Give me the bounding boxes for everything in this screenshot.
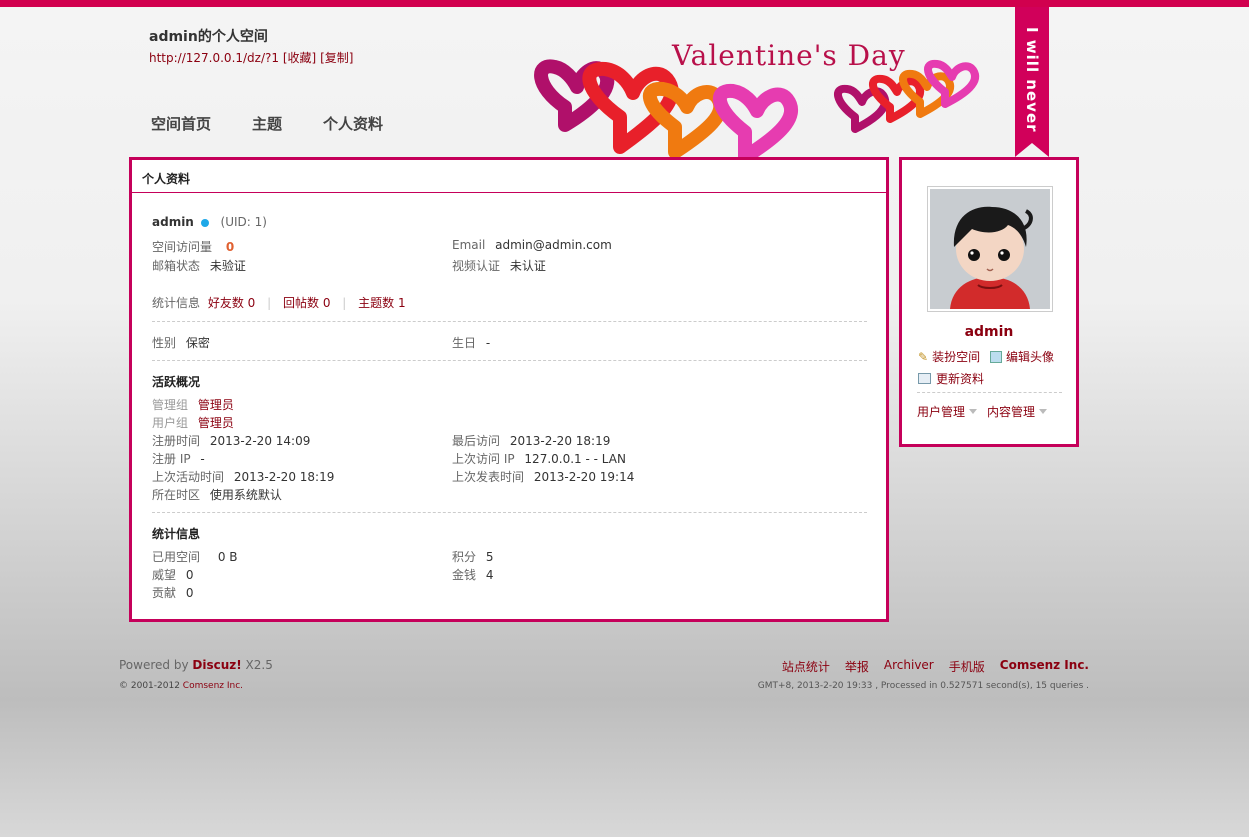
activity-title: 活跃概况 — [152, 375, 201, 389]
ribbon-text: I will never — [1023, 27, 1041, 133]
footer-link-comsenz[interactable]: Comsenz Inc. — [1000, 658, 1089, 675]
edit-avatar-link[interactable]: 编辑头像 — [990, 348, 1054, 365]
divider — [152, 512, 867, 513]
last-visit-row: 最后访问 2013-2-20 18:19 — [452, 434, 611, 448]
picture-icon — [990, 350, 1002, 363]
timezone-row: 所在时区 使用系统默认 — [152, 488, 282, 502]
avatar[interactable] — [927, 186, 1053, 312]
admin-group-link[interactable]: 管理员 — [198, 398, 234, 412]
friends-link[interactable]: 好友数 0 — [208, 296, 255, 310]
wand-icon: ✎ — [918, 349, 929, 364]
used-space-row: 已用空间 0 B — [152, 550, 238, 564]
user-group-link[interactable]: 管理员 — [198, 416, 234, 430]
username-line: admin (UID: 1) — [152, 215, 267, 229]
email-status-row: 邮箱状态 未验证 — [152, 259, 246, 273]
powered-by: Powered by Discuz! X2.5 — [119, 658, 273, 672]
stats-row: 统计信息 好友数 0 | 回帖数 0 | 主题数 1 — [152, 296, 406, 310]
reg-time-row: 注册时间 2013-2-20 14:09 — [152, 434, 311, 448]
divider — [152, 321, 867, 322]
profile-uid: (UID: 1) — [220, 215, 267, 229]
video-value: 未认证 — [509, 259, 546, 273]
user-manage-menu[interactable]: 用户管理 — [917, 403, 978, 420]
chevron-down-icon — [1039, 409, 1048, 414]
nav-profile[interactable]: 个人资料 — [323, 113, 383, 134]
discuz-link[interactable]: Discuz! — [192, 658, 241, 672]
birthday-row: 生日 - — [452, 336, 491, 350]
online-status-icon — [200, 218, 209, 227]
video-row: 视频认证 未认证 — [452, 259, 546, 273]
sidebar-divider — [917, 392, 1062, 393]
favorite-link[interactable]: [收藏] — [283, 51, 316, 65]
gender-row: 性别 保密 — [152, 336, 210, 350]
space-nav: 空间首页 主题 个人资料 — [151, 113, 424, 134]
points-row: 积分 5 — [452, 550, 494, 564]
replies-link[interactable]: 回帖数 0 — [283, 296, 330, 310]
space-url[interactable]: http://127.0.0.1/dz/?1 — [149, 51, 279, 65]
prestige-row: 威望 0 — [152, 568, 194, 582]
threads-link[interactable]: 主题数 1 — [358, 296, 405, 310]
last-ip-row: 上次访问 IP 127.0.0.1 - - LAN — [452, 452, 626, 466]
contribution-row: 贡献 0 — [152, 586, 194, 600]
sidebar-username[interactable]: admin — [902, 324, 1076, 340]
money-row: 金钱 4 — [452, 568, 494, 582]
gender-value: 保密 — [185, 336, 210, 350]
comsenz-copyright-link[interactable]: Comsenz Inc. — [183, 681, 243, 691]
hearts-banner-image — [534, 59, 979, 157]
profile-username: admin — [152, 215, 194, 229]
user-group-row: 用户组 管理员 — [152, 416, 234, 430]
footer-link-mobile[interactable]: 手机版 — [949, 658, 985, 675]
user-sidebar: admin ✎ 装扮空间 编辑头像 更新资料 用户管理 内容管理 — [899, 157, 1079, 447]
visits-value: 0 — [225, 240, 235, 254]
email-row: Email admin@admin.com — [452, 238, 612, 252]
profile-card-icon — [918, 373, 931, 384]
copy-link[interactable]: [复制] — [320, 51, 353, 65]
birthday-value: - — [485, 336, 491, 350]
header: admin的个人空间 http://127.0.0.1/dz/?1 [收藏] [… — [120, 7, 1090, 157]
footer-link-stats[interactable]: 站点统计 — [782, 658, 830, 675]
email-status-value: 未验证 — [209, 259, 246, 273]
visits-row: 空间访问量 0 — [152, 240, 235, 254]
email-value: admin@admin.com — [495, 238, 612, 252]
footer-link-report[interactable]: 举报 — [845, 658, 869, 675]
profile-panel: 个人资料 admin (UID: 1) 空间访问量 0 Email admin@… — [129, 157, 889, 622]
avatar-image — [930, 189, 1050, 309]
last-active-row: 上次活动时间 2013-2-20 18:19 — [152, 470, 335, 484]
update-profile-link[interactable]: 更新资料 — [918, 370, 984, 387]
space-title: admin的个人空间 — [149, 29, 268, 45]
space-url-line: http://127.0.0.1/dz/?1 [收藏] [复制] — [149, 49, 353, 66]
nav-space-home[interactable]: 空间首页 — [151, 113, 211, 134]
banner-title: Valentine's Day — [672, 39, 906, 72]
reg-ip-row: 注册 IP - — [152, 452, 205, 466]
content-manage-menu[interactable]: 内容管理 — [987, 403, 1048, 420]
copyright: © 2001-2012 Comsenz Inc. — [119, 681, 244, 691]
divider — [152, 360, 867, 361]
last-post-row: 上次发表时间 2013-2-20 19:14 — [452, 470, 635, 484]
footer-link-archiver[interactable]: Archiver — [884, 658, 934, 675]
top-accent-bar — [0, 0, 1249, 7]
chevron-down-icon — [969, 409, 978, 414]
profile-panel-title: 个人资料 — [132, 160, 886, 193]
footer-debug-info: GMT+8, 2013-2-20 19:33 , Processed in 0.… — [757, 681, 1089, 691]
nav-threads[interactable]: 主题 — [252, 113, 282, 134]
stat-title: 统计信息 — [152, 527, 201, 541]
footer-links: 站点统计 举报 Archiver 手机版 Comsenz Inc. — [767, 658, 1089, 675]
decorate-space-link[interactable]: ✎ 装扮空间 — [918, 348, 980, 365]
admin-group-row: 管理组 管理员 — [152, 398, 234, 412]
